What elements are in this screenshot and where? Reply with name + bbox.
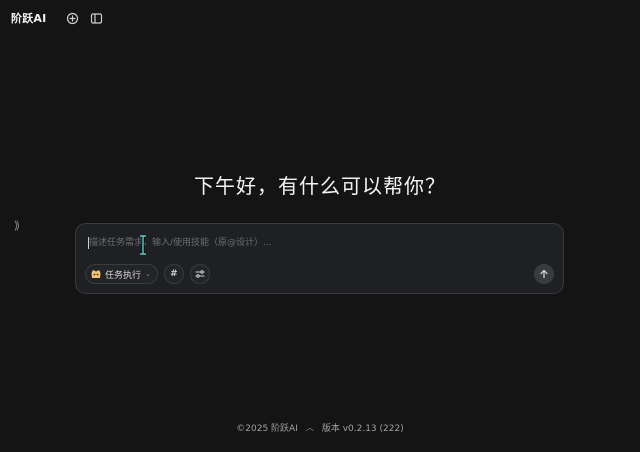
task-mode-select[interactable]: 任务执行 ⌄ [85, 264, 158, 284]
chevron-up-icon[interactable]: ︿ [306, 422, 314, 433]
task-mode-label: 任务执行 [105, 270, 142, 281]
sidebar-expand-glyph: ⟫ [13, 218, 21, 232]
tools-button[interactable] [189, 264, 210, 284]
hashtag-button[interactable]: # [163, 264, 184, 284]
arrow-up-icon [540, 269, 548, 279]
send-button[interactable] [534, 264, 554, 284]
new-chat-icon[interactable] [64, 10, 80, 26]
ibeam-cursor-icon [140, 235, 146, 255]
composer-toolbar: 任务执行 ⌄ # [85, 264, 554, 284]
copyright-text: ©2025 阶跃AI [236, 424, 298, 434]
sidebar-toggle-icon[interactable] [88, 10, 104, 26]
top-bar: 阶跃AI [0, 0, 640, 36]
hashtag-label: # [170, 269, 178, 279]
prompt-composer: 任务执行 ⌄ # [75, 223, 564, 294]
prompt-input[interactable] [87, 235, 549, 251]
greeting-heading: 下午好，有什么可以帮你？ [194, 174, 446, 198]
task-mode-icon [90, 268, 102, 280]
chevron-down-icon: ⌄ [145, 270, 151, 278]
tools-icon [195, 270, 205, 278]
version-text: 版本 v0.2.13 (222) [321, 424, 404, 434]
footer: ©2025 阶跃AI ︿ 版本 v0.2.13 (222) [0, 421, 640, 434]
app-logo: 阶跃AI [11, 12, 47, 25]
text-caret [88, 237, 89, 249]
sidebar-expand-icon[interactable]: ⟫ [11, 218, 23, 232]
